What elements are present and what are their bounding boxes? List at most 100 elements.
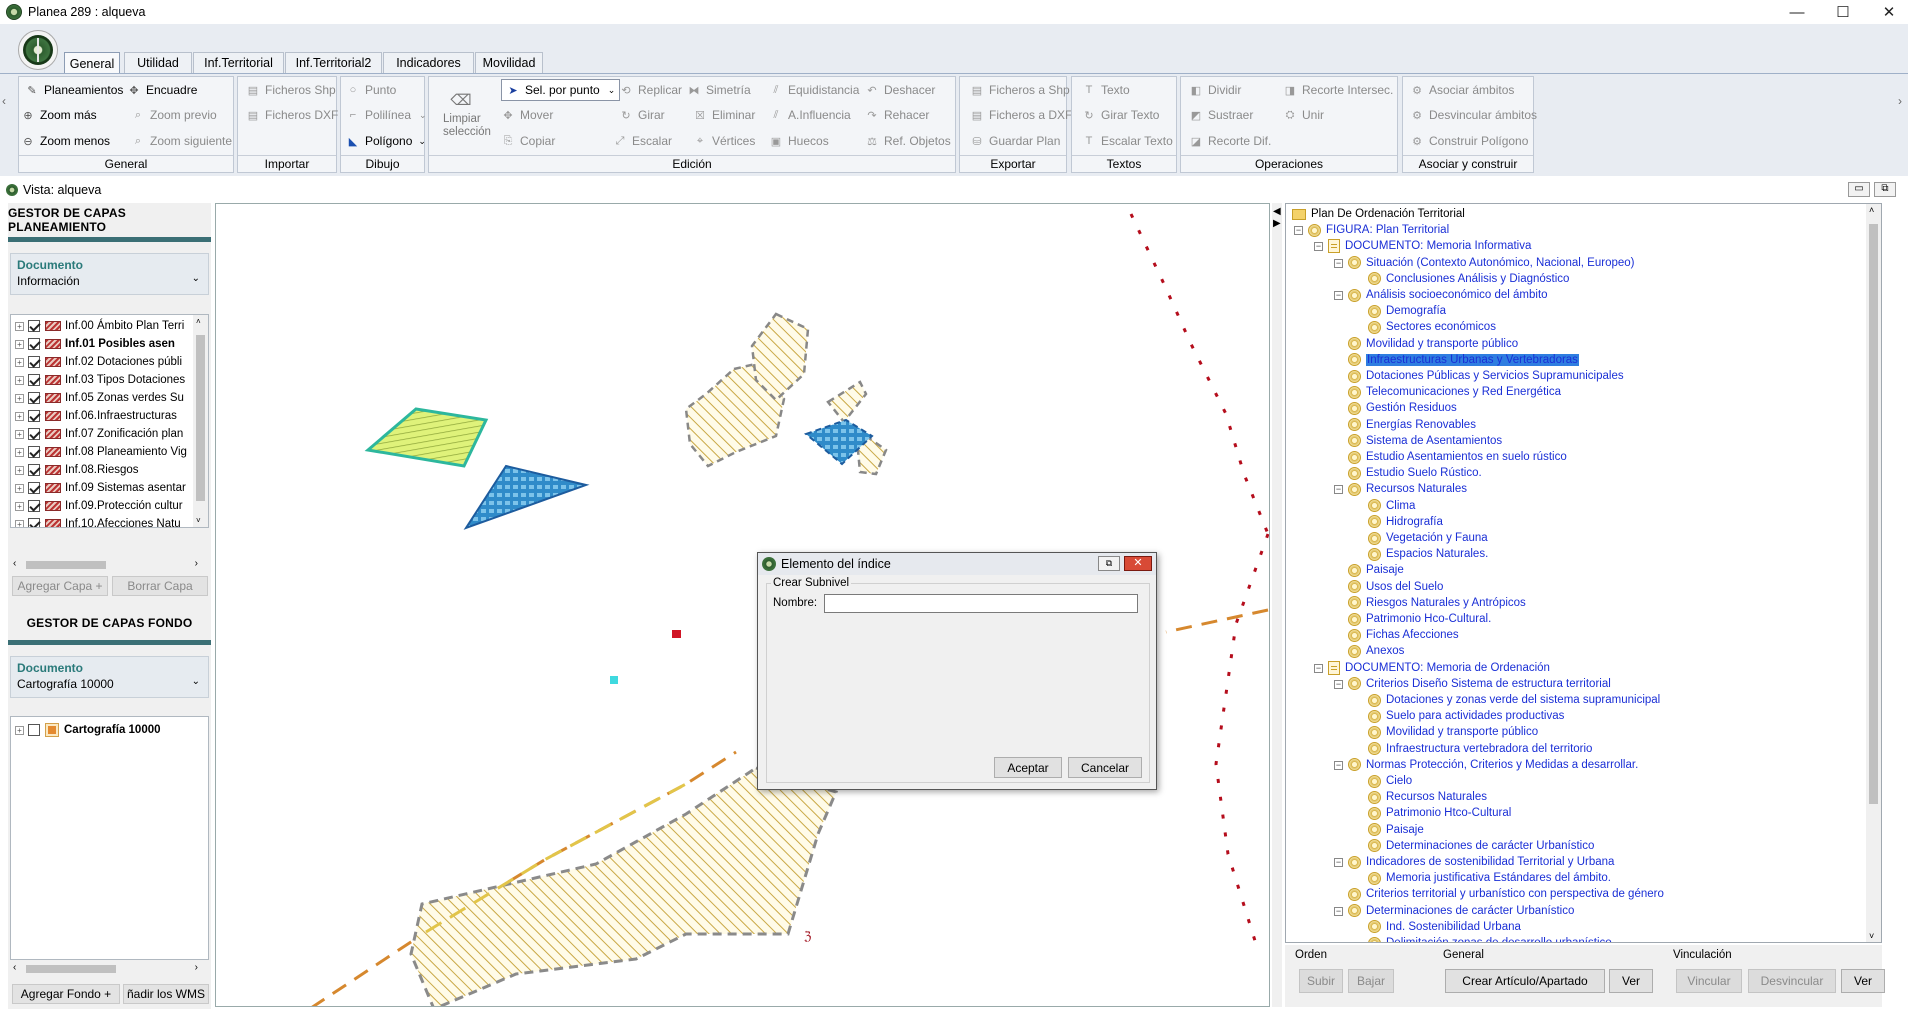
exportar-shp-button[interactable]: ▤ Ficheros a Shp xyxy=(970,80,1070,100)
replicar-button[interactable]: ⟲ Replicar xyxy=(619,80,682,100)
collapse-icon[interactable]: − xyxy=(1334,258,1343,268)
expand-icon[interactable]: + xyxy=(15,465,24,475)
tree-item[interactable]: Riesgos Naturales y Antrópicos xyxy=(1348,595,1526,611)
tab-general[interactable]: General xyxy=(64,52,120,74)
guardar-plan-button[interactable]: ⛁ Guardar Plan xyxy=(970,131,1060,151)
tree-item[interactable]: Indicadores de sostenibilidad Territoria… xyxy=(1348,854,1614,870)
tree-item[interactable]: Estudio Asentamientos en suelo rústico xyxy=(1348,449,1567,465)
scroll-left-icon[interactable]: ‹ xyxy=(13,962,16,973)
eliminar-button[interactable]: ☒ Eliminar xyxy=(693,105,755,125)
minimize-button[interactable]: — xyxy=(1774,0,1820,24)
ver-general-button[interactable]: Ver xyxy=(1609,969,1653,993)
layer-checkbox[interactable] xyxy=(28,410,40,422)
tree-item[interactable]: Sectores económicos xyxy=(1368,319,1496,335)
scroll-down-icon[interactable]: ˅ xyxy=(196,516,201,525)
tree-item[interactable]: Infraestructura vertebradora del territo… xyxy=(1368,741,1592,757)
poligono-button[interactable]: ◣ Polígono ⌄ xyxy=(346,131,426,151)
tree-item[interactable]: Espacios Naturales. xyxy=(1368,546,1488,562)
scroll-thumb[interactable] xyxy=(1869,224,1878,804)
settlement-polygon[interactable] xyxy=(826,380,868,425)
layer-checkbox[interactable] xyxy=(28,338,40,350)
ver-vinculacion-button[interactable]: Ver xyxy=(1841,969,1885,993)
expand-icon[interactable]: + xyxy=(15,393,24,403)
layer-row[interactable]: + Inf.06.Infraestructuras xyxy=(11,407,177,425)
large-area-polygon[interactable] xyxy=(409,766,839,1007)
punto-button[interactable]: ○ Punto xyxy=(346,80,397,100)
layer-checkbox[interactable] xyxy=(28,500,40,512)
tree-item[interactable]: Clima xyxy=(1368,498,1415,514)
collapse-icon[interactable]: − xyxy=(1334,760,1343,770)
scroll-right-icon[interactable]: › xyxy=(195,558,198,569)
desvincular-ambitos-button[interactable]: ⚙ Desvincular ámbitos xyxy=(1410,105,1537,125)
zoom-menos-button[interactable]: ⊖ Zoom menos xyxy=(21,131,110,151)
sustraer-button[interactable]: ◩ Sustraer xyxy=(1189,105,1254,125)
view-restore-button[interactable]: ⧉ xyxy=(1874,182,1896,197)
tree-item[interactable]: Patrimonio Hco-Cultural. xyxy=(1348,611,1491,627)
collapse-icon[interactable]: − xyxy=(1334,906,1343,916)
vertices-button[interactable]: ⌖ Vértices xyxy=(693,131,755,151)
subir-button[interactable]: Subir xyxy=(1299,969,1343,993)
layer-row[interactable]: + Inf.08.Riesgos xyxy=(11,461,139,479)
hscroll-thumb[interactable] xyxy=(26,561,106,569)
tree-item[interactable]: Telecomunicaciones y Red Energética xyxy=(1348,384,1561,400)
tree-item[interactable]: Determinaciones de carácter Urbanístico xyxy=(1368,838,1594,854)
encuadre-button[interactable]: ✥ Encuadre xyxy=(127,80,197,100)
agregar-fondo-button[interactable]: Agregar Fondo + xyxy=(12,984,120,1004)
equidistancia-button[interactable]: ⫽ Equidistancia xyxy=(769,80,860,100)
expand-icon[interactable]: + xyxy=(15,483,24,493)
layer-checkbox[interactable] xyxy=(28,428,40,440)
ribbon-scroll-left-icon[interactable]: ‹ xyxy=(2,94,6,108)
deshacer-button[interactable]: ↶ Deshacer xyxy=(865,80,935,100)
layer-checkbox[interactable] xyxy=(28,356,40,368)
splitter-arrow-icon[interactable]: ▶ xyxy=(1273,218,1281,229)
unir-button[interactable]: ⛭ Unir xyxy=(1283,105,1324,125)
tree-item[interactable]: Recursos Naturales xyxy=(1368,789,1487,805)
escalar-button[interactable]: ⤢ Escalar xyxy=(613,131,672,151)
planeamientos-button[interactable]: ✎ Planeamientos xyxy=(25,80,123,100)
tree-item[interactable]: Anexos xyxy=(1348,643,1404,659)
layer-row[interactable]: + Inf.07 Zonificación plan xyxy=(11,425,183,443)
collapse-icon[interactable]: − xyxy=(1314,242,1323,252)
expand-icon[interactable]: + xyxy=(15,519,24,527)
layer-row[interactable]: + Inf.05 Zonas verdes Su xyxy=(11,389,184,407)
layer-row[interactable]: + Inf.10.Afecciones Natu xyxy=(11,515,181,527)
importar-shp-button[interactable]: ▤ Ficheros Shp xyxy=(246,80,336,100)
copiar-button[interactable]: ⎘ Copiar xyxy=(501,131,556,151)
construir-poligono-button[interactable]: ⚙ Construir Polígono xyxy=(1410,131,1528,151)
borrar-capa-button[interactable]: Borrar Capa xyxy=(112,576,208,596)
expand-icon[interactable]: + xyxy=(15,339,24,349)
layer-checkbox[interactable] xyxy=(28,518,40,527)
expand-icon[interactable]: + xyxy=(15,429,24,439)
tab-inf-territorial[interactable]: Inf.Territorial xyxy=(193,52,284,73)
layer-row[interactable]: + Inf.00 Ámbito Plan Terri xyxy=(11,317,184,335)
splitter-arrow-icon[interactable]: ◀ xyxy=(1273,206,1281,217)
expand-icon[interactable]: + xyxy=(15,725,24,735)
red-marker-icon[interactable] xyxy=(672,630,681,638)
expand-icon[interactable]: + xyxy=(15,321,24,331)
green-polygon[interactable] xyxy=(364,407,489,468)
vincular-button[interactable]: Vincular xyxy=(1676,969,1742,993)
blue-polygon[interactable] xyxy=(463,464,590,530)
tree-item[interactable]: Cielo xyxy=(1368,773,1412,789)
expand-icon[interactable]: + xyxy=(15,375,24,385)
documento-fondo-select[interactable]: Documento Cartografía 10000 ⌄ xyxy=(10,656,209,698)
recorte-dif-button[interactable]: ◪ Recorte Dif. xyxy=(1189,131,1272,151)
scroll-up-icon[interactable]: ˄ xyxy=(196,317,201,326)
tree-item[interactable]: Movilidad y transporte público xyxy=(1368,724,1538,740)
asociar-ambitos-button[interactable]: ⚙ Asociar ámbitos xyxy=(1410,80,1514,100)
mover-button[interactable]: ✥ Mover xyxy=(501,105,553,125)
tree-item[interactable]: Estudio Suelo Rústico. xyxy=(1348,465,1482,481)
scroll-right-icon[interactable]: › xyxy=(195,962,198,973)
layer-checkbox[interactable] xyxy=(28,374,40,386)
tab-utilidad[interactable]: Utilidad xyxy=(124,52,192,73)
scroll-thumb[interactable] xyxy=(196,335,205,501)
app-menu-button[interactable] xyxy=(18,30,58,70)
tree-item[interactable]: Paisaje xyxy=(1368,822,1424,838)
importar-dxf-button[interactable]: ▤ Ficheros DXF xyxy=(246,105,339,125)
layer-checkbox[interactable] xyxy=(28,724,40,736)
fondo-layer-row[interactable]: + Cartografía 10000 xyxy=(11,721,161,739)
close-button[interactable]: ✕ xyxy=(1866,0,1908,24)
tree-item[interactable]: Vegetación y Fauna xyxy=(1368,530,1488,546)
collapse-icon[interactable]: − xyxy=(1294,226,1303,236)
dialog-close-button[interactable]: ✕ xyxy=(1124,556,1152,571)
